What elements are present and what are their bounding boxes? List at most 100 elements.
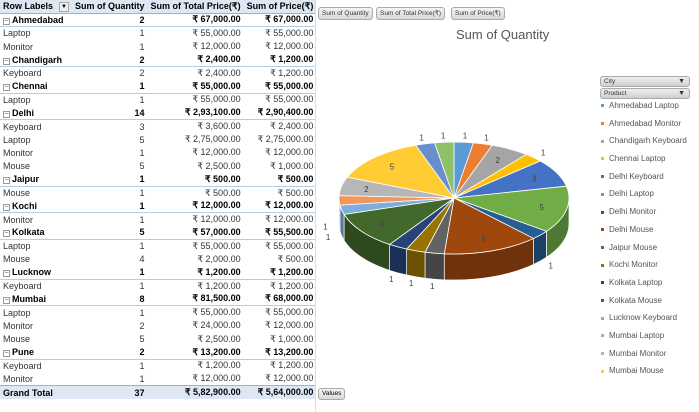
legend-swatch	[601, 281, 604, 285]
data-label: 1	[541, 149, 546, 158]
data-label: 5	[390, 162, 395, 171]
legend-item[interactable]: Ahmedabad Laptop	[601, 100, 687, 118]
product-row[interactable]: Keyboard 2 ₹ 2,400.00 ₹ 1,200.00	[0, 66, 316, 79]
legend-swatch	[601, 369, 604, 373]
pie-slice-side	[389, 243, 407, 276]
legend-item[interactable]: Chandigarh Keyboard	[601, 135, 687, 153]
product-row[interactable]: Laptop 1 ₹ 55,000.00 ₹ 55,000.00	[0, 27, 316, 40]
city-axis-button[interactable]: City ▼	[600, 76, 690, 87]
legend-swatch	[601, 175, 604, 179]
pivot-chart[interactable]: Sum of Quantity Sum of Total Price(₹) Su…	[315, 0, 699, 412]
city-row[interactable]: − Jaipur 1 ₹ 500.00 ₹ 500.00	[0, 172, 317, 187]
legend-item[interactable]: Mumbai Monitor	[601, 348, 687, 366]
product-row[interactable]: Laptop 1 ₹ 55,000.00 ₹ 55,000.00	[0, 93, 316, 106]
product-row[interactable]: Laptop 1 ₹ 55,000.00 ₹ 55,000.00	[0, 306, 316, 319]
data-label: 2	[364, 185, 369, 194]
legend-item[interactable]: Jaipur Mouse	[601, 242, 687, 260]
collapse-icon[interactable]: −	[3, 57, 10, 65]
values-button[interactable]: Values	[318, 388, 346, 400]
collapse-icon[interactable]: −	[3, 203, 10, 211]
data-label: 4	[380, 220, 385, 229]
product-axis-button[interactable]: Product ▼	[600, 88, 690, 99]
product-row[interactable]: Keyboard 1 ₹ 1,200.00 ₹ 1,200.00	[0, 359, 316, 372]
legend-item[interactable]: Delhi Laptop	[601, 188, 687, 206]
product-row[interactable]: Monitor 1 ₹ 12,000.00 ₹ 12,000.00	[0, 146, 316, 159]
data-label: 1	[326, 233, 331, 242]
collapse-icon[interactable]: −	[3, 84, 10, 92]
legend-item[interactable]: Chennai Laptop	[601, 153, 687, 171]
product-row[interactable]: Monitor 1 ₹ 12,000.00 ₹ 12,000.00	[0, 372, 316, 385]
product-row[interactable]: Mouse 1 ₹ 500.00 ₹ 500.00	[0, 186, 316, 199]
legend-item[interactable]: Kochi Monitor	[601, 259, 687, 277]
data-label: 1	[484, 133, 489, 142]
collapse-icon[interactable]: −	[3, 110, 10, 118]
legend-swatch	[601, 192, 604, 196]
product-row[interactable]: Monitor 2 ₹ 24,000.00 ₹ 12,000.00	[0, 319, 316, 332]
data-label: 3	[532, 174, 537, 183]
price-header: Sum of Price(₹)	[243, 0, 317, 14]
data-label: 1	[323, 223, 328, 232]
legend-item[interactable]: Lucknow Keyboard	[601, 312, 687, 330]
row-labels-header[interactable]: Row Labels ▼	[0, 0, 73, 14]
grand-total-row: Grand Total 37 ₹ 5,82,900.00 ₹ 5,64,000.00	[0, 385, 317, 399]
data-label: 5	[539, 203, 544, 212]
total-price-header: Sum of Total Price(₹)	[147, 0, 244, 14]
legend-item[interactable]: Delhi Keyboard	[601, 171, 687, 189]
collapse-icon[interactable]: −	[3, 230, 10, 238]
city-row[interactable]: − Lucknow 1 ₹ 1,200.00 ₹ 1,200.00	[0, 265, 317, 280]
data-label: 1	[463, 132, 468, 141]
city-row[interactable]: − Ahmedabad 2 ₹ 67,000.00 ₹ 67,000.00	[0, 13, 317, 28]
product-row[interactable]: Mouse 4 ₹ 2,000.00 ₹ 500.00	[0, 253, 316, 266]
data-label: 1	[419, 133, 424, 142]
pie-slice-side	[424, 251, 445, 281]
legend-swatch	[601, 139, 604, 143]
product-row[interactable]: Keyboard 1 ₹ 1,200.00 ₹ 1,200.00	[0, 279, 316, 292]
city-row[interactable]: − Chandigarh 2 ₹ 2,400.00 ₹ 1,200.00	[0, 53, 317, 67]
collapse-icon[interactable]: −	[3, 177, 10, 185]
data-label: 1	[548, 261, 553, 270]
collapse-icon[interactable]: −	[3, 350, 10, 358]
legend-swatch	[601, 122, 604, 126]
data-label: 5	[482, 235, 487, 244]
product-row[interactable]: Monitor 1 ₹ 12,000.00 ₹ 12,000.00	[0, 213, 316, 226]
city-row[interactable]: − Delhi 14 ₹ 2,93,100.00 ₹ 2,90,400.00	[0, 106, 317, 121]
legend-swatch	[601, 245, 604, 249]
pivot-table: Row Labels ▼ Sum of Quantity Sum of Total…	[0, 0, 317, 399]
legend-swatch	[601, 316, 604, 320]
city-row[interactable]: − Pune 2 ₹ 13,200.00 ₹ 13,200.00	[0, 345, 317, 360]
data-label: 1	[430, 282, 435, 291]
legend-swatch	[601, 298, 604, 302]
legend-item[interactable]: Kolkata Laptop	[601, 277, 687, 295]
legend-item[interactable]: Ahmedabad Monitor	[601, 118, 687, 136]
legend-swatch	[601, 104, 604, 108]
legend-item[interactable]: Delhi Monitor	[601, 206, 687, 224]
product-row[interactable]: Mouse 5 ₹ 2,500.00 ₹ 1,000.00	[0, 332, 316, 345]
data-label: 1	[389, 275, 394, 284]
legend-swatch	[601, 228, 604, 232]
collapse-icon[interactable]: −	[3, 296, 10, 304]
legend-swatch	[601, 263, 604, 267]
pie-slice-side	[406, 248, 426, 279]
product-row[interactable]: Monitor 1 ₹ 12,000.00 ₹ 12,000.00	[0, 40, 316, 53]
legend-item[interactable]: Mumbai Laptop	[601, 330, 687, 348]
collapse-icon[interactable]: −	[3, 270, 10, 278]
legend-item[interactable]: Mumbai Mouse	[601, 365, 687, 383]
legend-swatch	[601, 210, 604, 214]
city-row[interactable]: − Chennai 1 ₹ 55,000.00 ₹ 55,000.00	[0, 79, 317, 94]
product-row[interactable]: Laptop 1 ₹ 55,000.00 ₹ 55,000.00	[0, 239, 316, 252]
dropdown-arrow-icon: ▼	[678, 78, 685, 85]
product-row[interactable]: Laptop 5 ₹ 2,75,000.00 ₹ 2,75,000.00	[0, 133, 316, 146]
city-row[interactable]: − Kolkata 5 ₹ 57,000.00 ₹ 55,500.00	[0, 226, 317, 240]
data-label: 1	[409, 279, 414, 288]
product-row[interactable]: Mouse 5 ₹ 2,500.00 ₹ 1,000.00	[0, 160, 316, 173]
city-row[interactable]: − Kochi 1 ₹ 12,000.00 ₹ 12,000.00	[0, 199, 317, 214]
filter-dropdown-icon[interactable]: ▼	[59, 1, 70, 12]
collapse-icon[interactable]: −	[3, 17, 10, 25]
city-row[interactable]: − Mumbai 8 ₹ 81,500.00 ₹ 68,000.00	[0, 292, 317, 307]
legend-item[interactable]: Kolkata Mouse	[601, 295, 687, 313]
chart-legend: Ahmedabad Laptop Ahmedabad Monitor Chandig…	[601, 100, 687, 383]
legend-item[interactable]: Delhi Mouse	[601, 224, 687, 242]
product-row[interactable]: Keyboard 3 ₹ 3,600.00 ₹ 2,400.00	[0, 120, 316, 133]
legend-swatch	[601, 334, 604, 338]
dropdown-arrow-icon: ▼	[678, 90, 685, 97]
